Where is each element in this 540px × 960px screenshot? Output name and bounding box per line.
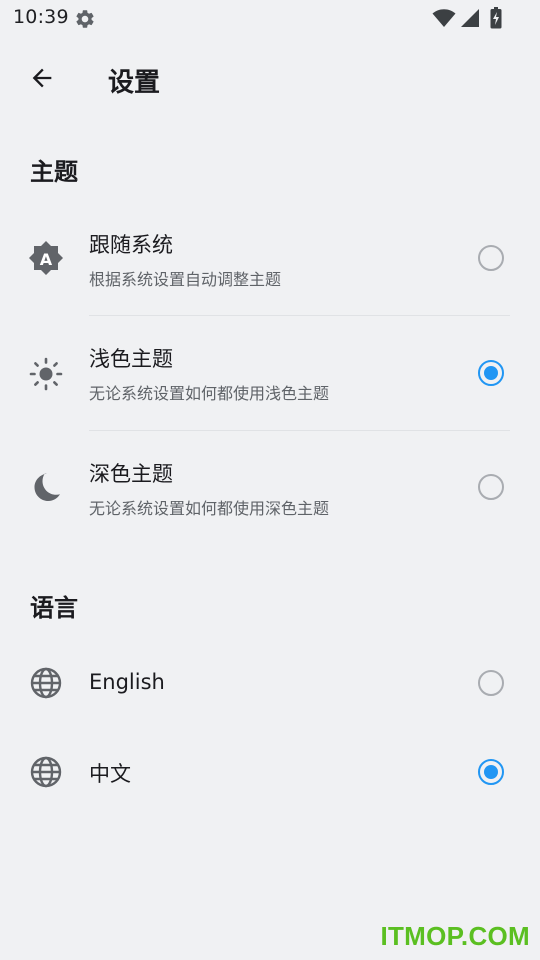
radio-button[interactable]	[478, 245, 504, 271]
app-bar: 设置	[0, 52, 540, 108]
arrow-back-icon	[28, 64, 56, 96]
signal-icon	[460, 8, 480, 28]
option-title: English	[89, 670, 165, 694]
gear-icon	[74, 8, 96, 30]
sun-icon	[28, 356, 64, 392]
theme-option-system[interactable]: A 跟随系统 根据系统设置自动调整主题	[0, 200, 540, 315]
globe-icon	[28, 754, 64, 790]
option-subtitle: 根据系统设置自动调整主题	[89, 270, 282, 289]
option-title: 浅色主题	[89, 347, 173, 371]
watermark-logo: ITMOP.COM	[380, 921, 530, 951]
theme-section-header: 主题	[30, 158, 78, 186]
language-section-header: 语言	[30, 594, 78, 622]
option-title: 跟随系统	[89, 233, 173, 257]
page-title: 设置	[108, 68, 161, 98]
theme-option-dark[interactable]: 深色主题 无论系统设置如何都使用深色主题	[0, 431, 540, 545]
status-icons	[432, 7, 502, 29]
option-title: 中文	[89, 762, 131, 786]
svg-text:A: A	[40, 250, 53, 269]
auto-brightness-icon: A	[28, 240, 64, 276]
radio-button-selected[interactable]	[478, 360, 504, 386]
moon-icon	[28, 469, 64, 505]
radio-button[interactable]	[478, 474, 504, 500]
option-subtitle: 无论系统设置如何都使用浅色主题	[89, 384, 330, 403]
language-option-english[interactable]: English	[0, 640, 540, 726]
radio-button-selected[interactable]	[478, 759, 504, 785]
globe-icon	[28, 665, 64, 701]
option-subtitle: 无论系统设置如何都使用深色主题	[89, 499, 330, 518]
status-time: 10:39	[13, 6, 69, 28]
theme-option-light[interactable]: 浅色主题 无论系统设置如何都使用浅色主题	[0, 316, 540, 430]
radio-button[interactable]	[478, 670, 504, 696]
option-title: 深色主题	[89, 462, 173, 486]
wifi-icon	[432, 8, 456, 28]
language-option-chinese[interactable]: 中文	[0, 728, 540, 814]
back-button[interactable]	[20, 58, 64, 102]
status-bar: 10:39	[0, 0, 540, 36]
battery-charging-icon	[490, 7, 502, 29]
